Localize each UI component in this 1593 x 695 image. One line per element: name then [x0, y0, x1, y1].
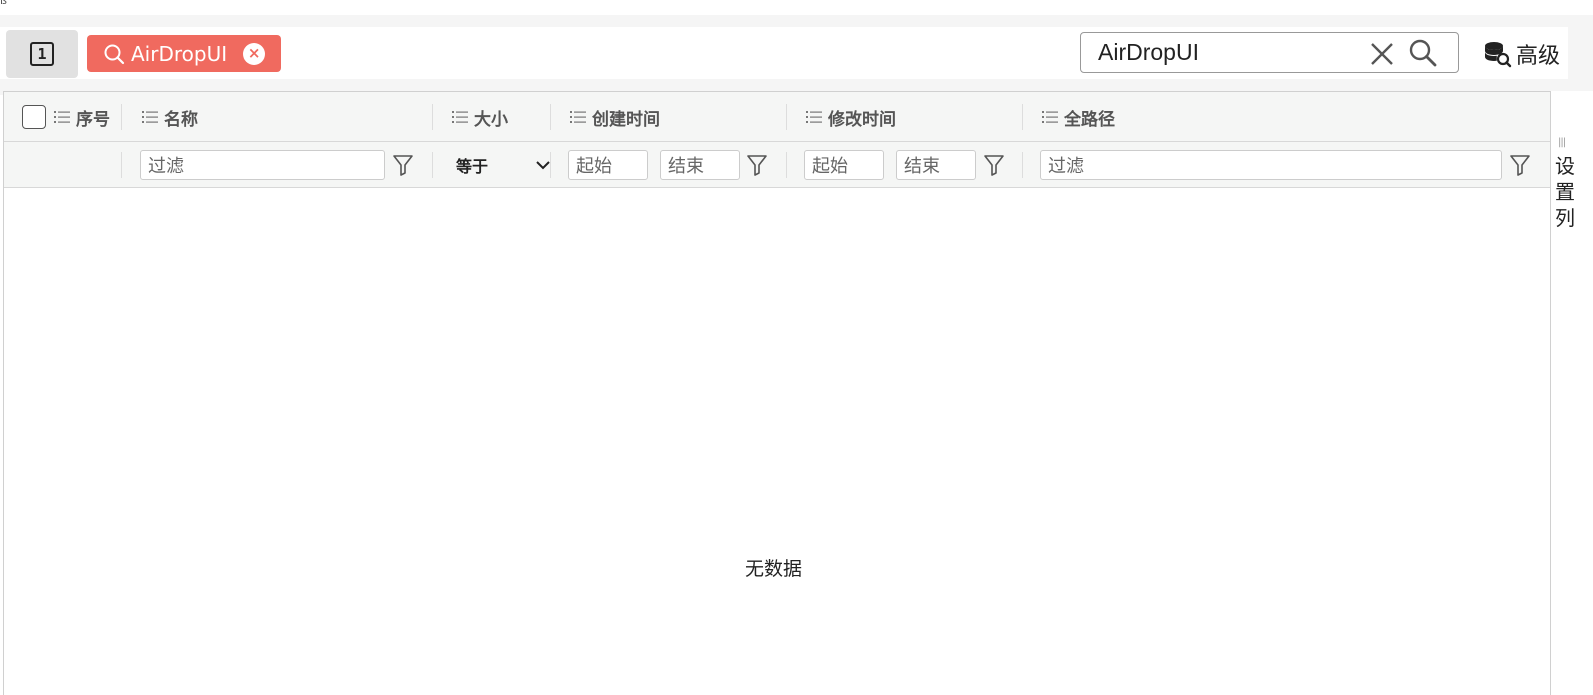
size-operator-select[interactable]: 等于 [450, 150, 550, 180]
advanced-label: 高级 [1516, 44, 1561, 69]
corner-glyph: ß [0, 0, 7, 7]
column-divider [1022, 152, 1023, 178]
size-operator-value: 等于 [456, 157, 489, 176]
list-icon [570, 111, 586, 123]
modified-end-input[interactable]: 结束 [896, 150, 976, 180]
search-icon[interactable] [1408, 38, 1438, 68]
column-divider [786, 152, 787, 178]
column-divider [432, 152, 433, 178]
column-divider[interactable] [550, 104, 551, 130]
created-start-input[interactable]: 起始 [568, 150, 648, 180]
advanced-search-button[interactable]: 高级 [1482, 35, 1560, 73]
number-one-icon: 1 [30, 42, 54, 66]
chevron-down-icon [536, 161, 550, 170]
column-label: 全路径 [1064, 109, 1115, 130]
column-header-path[interactable]: 全路径 [1042, 92, 1115, 142]
column-divider [550, 152, 551, 178]
column-header-index[interactable]: 序号 [54, 92, 110, 142]
list-icon [54, 111, 70, 123]
column-divider[interactable] [1022, 104, 1023, 130]
empty-state-text: 无数据 [745, 558, 803, 580]
list-icon [142, 111, 158, 123]
column-label: 序号 [76, 109, 110, 130]
table-header-row: 序号 名称 大小 创建时间 修改时间 全路径 [4, 92, 1550, 142]
column-label: 创建时间 [592, 109, 660, 130]
tag-close-icon[interactable]: × [243, 42, 266, 65]
created-end-input[interactable]: 结束 [660, 150, 740, 180]
modified-start-input[interactable]: 起始 [804, 150, 884, 180]
search-tag[interactable]: AirDropUI × [87, 35, 281, 72]
search-tag-label: AirDropUI [131, 41, 228, 66]
filter-icon[interactable] [392, 153, 414, 177]
filter-icon[interactable] [983, 153, 1005, 177]
column-label: 大小 [474, 109, 508, 130]
column-settings-panel: ||| 设置列 [1550, 91, 1593, 695]
column-header-modified[interactable]: 修改时间 [806, 92, 896, 142]
column-header-created[interactable]: 创建时间 [570, 92, 660, 142]
search-icon [104, 44, 125, 64]
filter-icon[interactable] [1509, 153, 1531, 177]
search-box [1080, 32, 1459, 73]
top-strip: ß [0, 0, 1593, 15]
column-settings-button[interactable]: 设置列 [1555, 153, 1575, 231]
database-search-icon [1485, 42, 1512, 68]
table-filter-row: 过滤 等于 起始 结束 起始 结束 过滤 [4, 142, 1550, 188]
search-input[interactable] [1098, 39, 1358, 66]
filter-icon[interactable] [746, 153, 768, 177]
data-table: 序号 名称 大小 创建时间 修改时间 全路径 过滤 等于 起始 结束 起始 结束… [3, 91, 1550, 695]
name-filter-input[interactable]: 过滤 [140, 150, 385, 180]
column-header-size[interactable]: 大小 [452, 92, 508, 142]
list-icon [806, 111, 822, 123]
select-all-checkbox[interactable] [22, 105, 46, 129]
list-icon [452, 111, 468, 123]
toolbar: 1 AirDropUI × 高级 [0, 15, 1593, 95]
column-label: 修改时间 [828, 109, 896, 130]
clear-icon[interactable] [1368, 40, 1396, 68]
column-divider[interactable] [786, 104, 787, 130]
column-divider[interactable] [432, 104, 433, 130]
column-divider[interactable] [121, 104, 122, 130]
list-icon [1042, 111, 1058, 123]
column-divider [121, 152, 122, 178]
column-header-name[interactable]: 名称 [142, 92, 198, 142]
page-indicator-button[interactable]: 1 [6, 30, 78, 78]
columns-icon: ||| [1558, 137, 1566, 148]
column-label: 名称 [164, 109, 198, 130]
path-filter-input[interactable]: 过滤 [1040, 150, 1502, 180]
